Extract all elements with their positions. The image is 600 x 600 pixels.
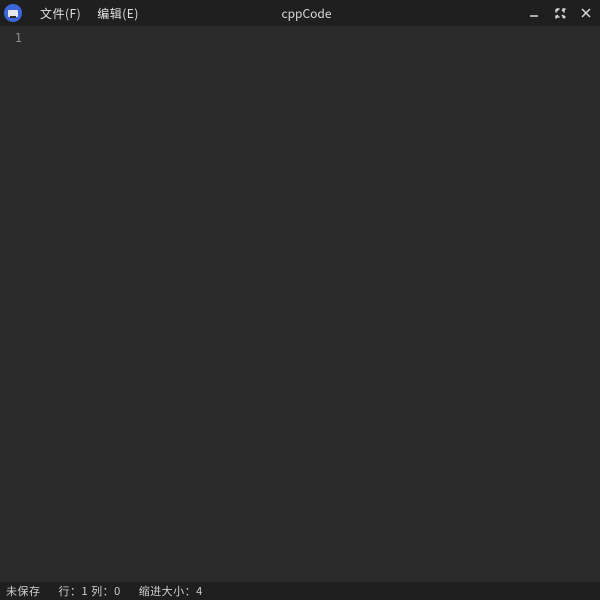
window-title: cppCode: [87, 5, 526, 22]
line-number: 1: [0, 30, 22, 46]
window-controls: [526, 5, 594, 21]
minimize-icon: [528, 7, 540, 19]
editor-area: 1: [0, 26, 600, 582]
status-save-state: 未保存: [6, 583, 41, 599]
close-button[interactable]: [578, 5, 594, 21]
status-indent-size: 缩进大小：4: [139, 583, 203, 599]
status-cursor-position: 行：1 列：0: [59, 583, 121, 599]
close-icon: [580, 7, 592, 19]
app-icon[interactable]: [4, 4, 22, 22]
editor-window: 文件(F) 编辑(E) cppCode 1 未保存 行：1 列：0 缩进大小：4: [0, 0, 600, 600]
minimize-button[interactable]: [526, 5, 542, 21]
status-bar: 未保存 行：1 列：0 缩进大小：4: [0, 582, 600, 600]
line-gutter: 1: [0, 26, 28, 582]
maximize-button[interactable]: [552, 5, 568, 21]
menu-file[interactable]: 文件(F): [32, 2, 89, 25]
maximize-icon: [554, 7, 566, 19]
code-textarea[interactable]: [28, 26, 600, 582]
titlebar: 文件(F) 编辑(E) cppCode: [0, 0, 600, 26]
